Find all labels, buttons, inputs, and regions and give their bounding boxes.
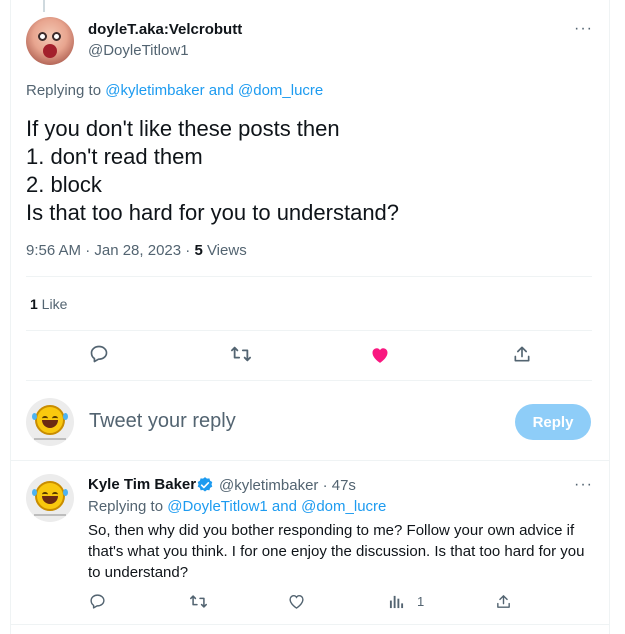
views-label: Views [202, 242, 247, 259]
avatar-emoji-tear [63, 413, 68, 420]
likes-label: Like [37, 296, 68, 312]
ellipsis-icon[interactable]: ··· [574, 20, 593, 38]
avatar-mouth [43, 44, 57, 58]
avatar[interactable] [26, 17, 74, 65]
divider [26, 276, 592, 277]
avatar-emoji-tear [32, 489, 37, 496]
reply-icon[interactable] [87, 591, 107, 611]
replying-to-link[interactable]: @kyletimbaker and @dom_lucre [105, 82, 323, 99]
display-name[interactable]: doyleT.aka:Velcrobutt [88, 21, 242, 38]
analytics-icon[interactable] [387, 592, 405, 610]
tweet-timestamp[interactable]: 9:56 AM · Jan 28, 2023 · [26, 242, 194, 259]
avatar[interactable] [26, 398, 74, 446]
ellipsis-icon[interactable]: ··· [574, 476, 593, 494]
divider [26, 380, 592, 381]
likes-count: 1 [30, 296, 38, 312]
display-name[interactable]: Kyle Tim Baker [88, 476, 196, 493]
views-count: 5 [194, 242, 203, 259]
thread-connector-line [43, 0, 45, 12]
avatar-caption [34, 438, 66, 440]
avatar-eye [52, 32, 61, 41]
divider [10, 624, 610, 625]
heart-icon[interactable] [286, 591, 306, 611]
avatar-eye [38, 32, 47, 41]
divider [10, 460, 610, 461]
avatar-caption [34, 514, 66, 516]
replying-to-link[interactable]: @DoyleTitlow1 and @dom_lucre [167, 498, 386, 515]
avatar-emoji-tear [32, 413, 37, 420]
views-count: 1 [417, 594, 425, 609]
divider [26, 330, 592, 331]
share-icon[interactable] [493, 591, 513, 611]
replying-prefix: Replying to [26, 82, 106, 99]
tweet-text: If you don't like these posts then 1. do… [26, 116, 400, 225]
retweet-icon[interactable] [187, 591, 209, 611]
likes-link[interactable]: 1 Like [30, 296, 67, 312]
reply-button[interactable]: Reply [515, 404, 591, 440]
share-icon[interactable] [511, 343, 533, 365]
replying-prefix: Replying to [88, 498, 168, 515]
replying-to: Replying to @DoyleTitlow1 and @dom_lucre [88, 498, 386, 515]
avatar-emoji-tear [63, 489, 68, 496]
retweet-icon[interactable] [229, 343, 253, 365]
tweet-text: So, then why did you bother responding t… [88, 522, 585, 581]
avatar[interactable] [26, 474, 74, 522]
tweet-meta: 9:56 AM · Jan 28, 2023 · 5 Views [26, 242, 247, 259]
verified-badge-icon[interactable] [196, 476, 214, 499]
user-handle-time[interactable]: @kyletimbaker · 47s [219, 477, 356, 494]
heart-filled-icon[interactable] [369, 343, 391, 365]
reply-icon[interactable] [88, 343, 110, 365]
user-handle[interactable]: @DoyleTitlow1 [88, 42, 189, 59]
reply-input[interactable]: Tweet your reply [89, 410, 236, 433]
replying-to: Replying to @kyletimbaker and @dom_lucre [26, 82, 323, 99]
